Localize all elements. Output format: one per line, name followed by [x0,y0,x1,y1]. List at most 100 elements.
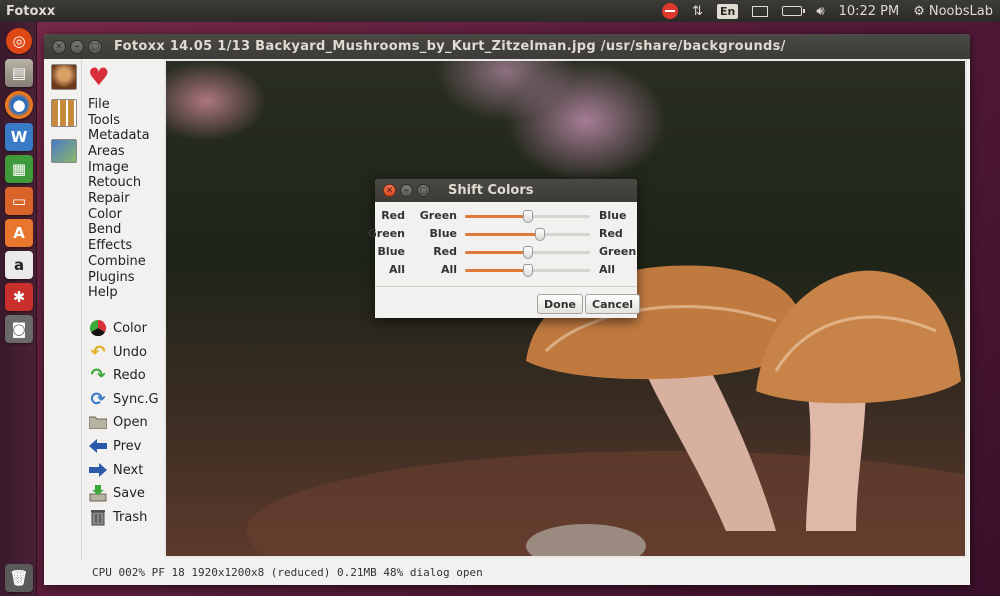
network-arrows-icon: ⇅ [692,3,703,19]
row-from-label: Red [381,209,405,222]
slider-row-all: All All All [375,261,637,279]
tool-save[interactable]: Save [88,483,145,503]
menu-help[interactable]: Help [88,285,118,300]
menu-metadata[interactable]: Metadata [88,128,150,143]
slider-row-green: Green Blue Red [368,225,637,243]
tool-redo[interactable]: ↷ Redo [88,364,146,386]
trash-icon [88,507,108,527]
row-to-label: Green [599,245,637,258]
tool-undo[interactable]: ↶ Undo [88,342,147,363]
messaging-indicator[interactable] [745,0,775,22]
menu-file[interactable]: File [88,97,110,112]
slider-knob[interactable] [522,246,533,259]
all-shift-slider[interactable] [465,264,590,277]
menu-plugins[interactable]: Plugins [88,270,135,285]
gallery-thumbnail-icon[interactable] [51,99,77,127]
menu-color[interactable]: Color [88,207,122,222]
menu-repair[interactable]: Repair [88,191,130,206]
shift-colors-dialog: ✕ – ▢ Shift Colors Red Green Blue Green … [368,179,641,318]
row-from-label: Blue [377,245,405,258]
dialog-separator [375,286,637,287]
software-center-icon[interactable]: A [5,219,33,247]
close-window-button[interactable]: ✕ [52,39,66,54]
done-button[interactable]: Done [537,294,583,314]
sound-indicator[interactable]: 🔊︎ [809,0,831,22]
tool-next[interactable]: Next [88,460,143,480]
mail-icon [752,5,769,17]
menu-retouch[interactable]: Retouch [88,175,141,190]
dialog-titlebar[interactable]: ✕ – ▢ Shift Colors [375,179,637,202]
clock[interactable]: 10:22 PM [832,0,907,22]
menu-areas[interactable]: Areas [88,144,125,159]
writer-icon[interactable]: W [5,123,33,151]
menu-effects[interactable]: Effects [88,238,132,253]
tool-save-label: Save [113,485,145,501]
portrait-thumbnail-icon[interactable] [51,64,77,90]
arrow-left-icon [88,436,108,456]
tool-color-label: Color [113,320,147,336]
row-mid-label: Blue [429,227,457,240]
files-icon[interactable]: ▤ [5,59,33,87]
tool-open[interactable]: Open [88,412,148,432]
menu-bend[interactable]: Bend [88,222,121,237]
slider-row-red: Red Green Blue [375,207,637,225]
green-shift-slider[interactable] [465,228,590,241]
tool-color[interactable]: Color [88,318,147,338]
redo-icon: ↷ [90,364,106,386]
keyboard-indicator[interactable]: En [710,0,745,22]
tool-prev[interactable]: Prev [88,436,141,456]
heart-icon[interactable]: ♥ [88,65,110,89]
minimize-window-button[interactable]: – [70,39,84,54]
tool-prev-label: Prev [113,438,142,454]
row-from-label: All [388,263,405,276]
tool-undo-label: Undo [113,344,147,360]
menu-image[interactable]: Image [88,160,129,175]
row-to-label: Red [599,227,623,240]
slider-knob[interactable] [522,210,533,223]
calc-icon[interactable]: ▦ [5,155,33,183]
red-shift-slider[interactable] [465,210,590,223]
dialog-close-button[interactable]: ✕ [383,184,396,197]
dialog-minimize-button[interactable]: – [400,184,413,197]
slider-knob[interactable] [535,228,545,241]
settings-icon[interactable]: ✱ [5,283,33,311]
launcher: ◎ ▤ ● W ▦ ▭ A a ✱ ◙ 🗑︎ [0,22,37,596]
maximize-window-button[interactable]: ▢ [88,39,102,54]
tool-trash[interactable]: Trash [88,507,147,527]
row-to-label: All [599,263,616,276]
battery-indicator[interactable] [775,0,809,22]
session-menu[interactable]: ⚙ NoobsLab [906,0,1000,22]
keyboard-layout: En [717,3,739,19]
window-titlebar[interactable]: ✕ – ▢ Fotoxx 14.05 1/13 Backyard_Mushroo… [44,34,970,59]
tool-open-label: Open [113,414,148,430]
network-indicator[interactable]: ⇅ [685,0,710,22]
blue-shift-slider[interactable] [465,246,590,259]
tool-sync[interactable]: ⟳ Sync.G [88,389,159,410]
row-mid-label: Green [419,209,457,222]
cancel-button[interactable]: Cancel [585,294,641,314]
world-map-icon[interactable] [51,139,77,163]
save-icon [88,483,108,503]
trash-launcher-icon[interactable]: 🗑︎ [5,564,33,592]
volume-icon: 🔊︎ [816,3,825,19]
tool-sync-label: Sync.G [113,391,159,407]
stop-indicator[interactable] [655,0,685,22]
firefox-icon[interactable]: ● [5,91,33,119]
status-bar: CPU 002% PF 18 1920x1200x8 (reduced) 0.2… [82,560,970,585]
system-tray: ⇅ En 🔊︎ 10:22 PM ⚙ NoobsLab [655,0,1000,22]
dialog-maximize-button[interactable]: ▢ [417,184,430,197]
row-mid-label: Red [433,245,457,258]
row-to-label: Blue [599,209,627,222]
arrow-right-icon [88,460,108,480]
impress-icon[interactable]: ▭ [5,187,33,215]
camera-icon[interactable]: ◙ [5,315,33,343]
menu-combine[interactable]: Combine [88,254,146,269]
menu-tools[interactable]: Tools [88,113,120,128]
dash-home-icon[interactable]: ◎ [6,28,32,54]
dialog-title: Shift Colors [448,183,534,198]
tool-trash-label: Trash [113,509,148,525]
thumbnail-column [44,59,82,560]
amazon-icon[interactable]: a [5,251,33,279]
slider-knob[interactable] [522,264,533,277]
tool-redo-label: Redo [113,367,146,383]
